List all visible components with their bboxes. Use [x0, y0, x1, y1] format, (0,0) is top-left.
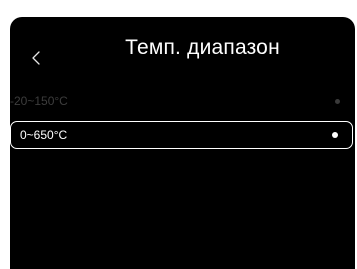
range-option-high[interactable]: 0~650°C: [10, 121, 353, 149]
device-screen: Темп. диапазон -20~150°C 0~650°C: [10, 17, 355, 269]
page-title: Темп. диапазон: [125, 36, 280, 59]
chevron-left-icon: [31, 50, 41, 66]
radio-dot-icon: [335, 98, 340, 104]
back-button[interactable]: [24, 45, 48, 71]
range-option-low[interactable]: -20~150°C: [10, 87, 355, 115]
header: Темп. диапазон: [10, 17, 355, 79]
range-option-list: -20~150°C 0~650°C: [10, 87, 355, 155]
radio-dot-icon: [332, 132, 338, 138]
range-option-label: -20~150°C: [10, 94, 68, 108]
range-option-label: 0~650°C: [20, 128, 68, 142]
